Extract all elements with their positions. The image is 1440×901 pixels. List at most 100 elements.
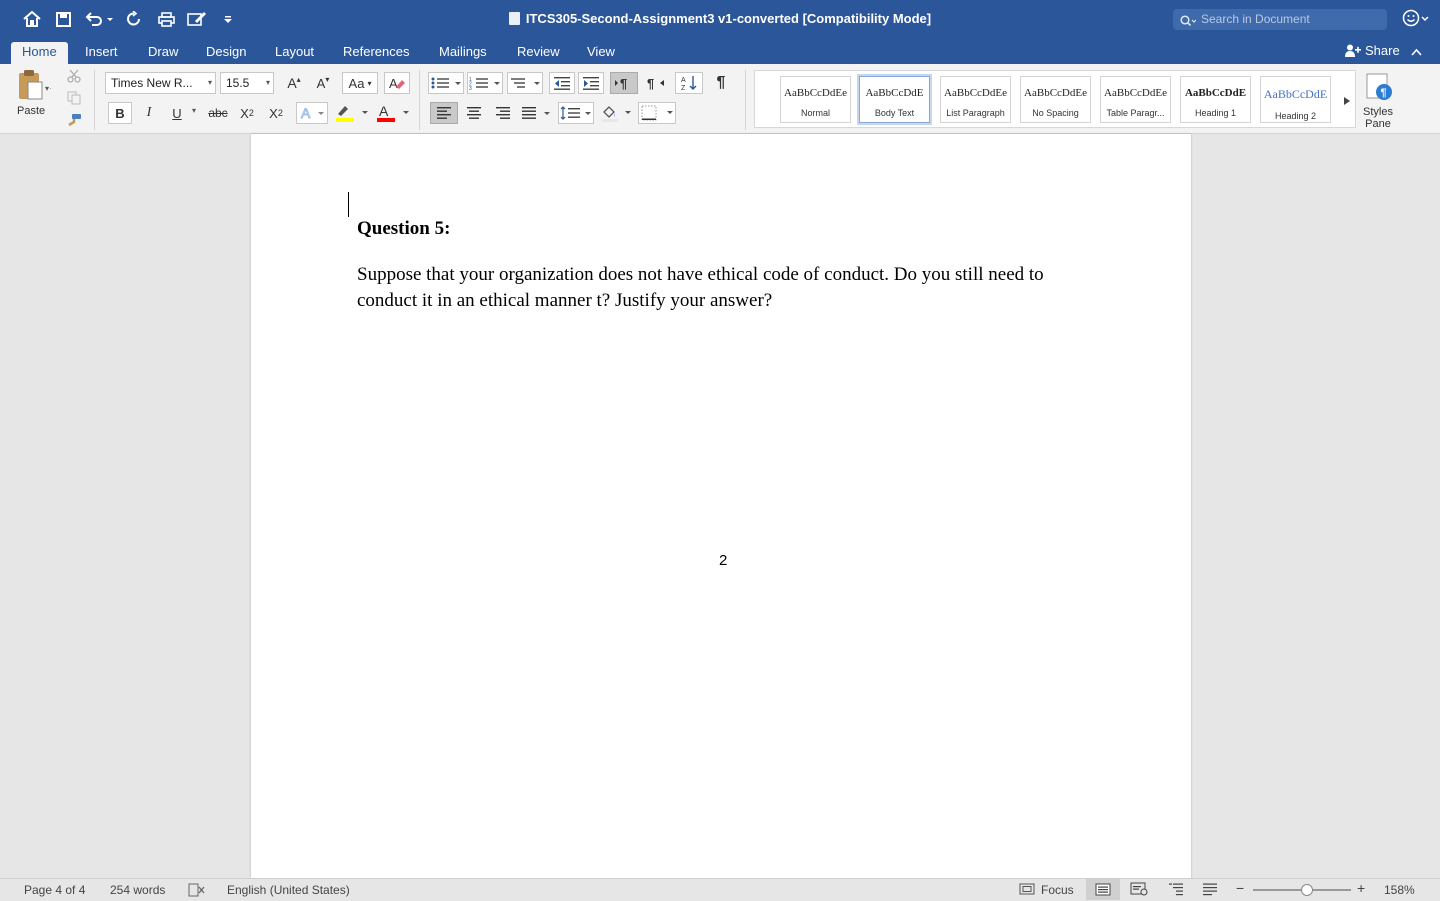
- page-count[interactable]: Page 4 of 4: [24, 882, 85, 898]
- document-page[interactable]: Question 5: Suppose that your organizati…: [251, 134, 1191, 878]
- svg-text:¶: ¶: [647, 76, 654, 90]
- style-name: Body Text: [874, 108, 915, 118]
- superscript-label: X: [269, 105, 278, 121]
- style-name: Table Paragr...: [1106, 108, 1165, 118]
- tab-review[interactable]: Review: [506, 42, 571, 64]
- style-preview: AaBbCcDdEe: [944, 87, 1007, 99]
- font-color-icon[interactable]: A: [373, 102, 411, 124]
- style-preview: AaBbCcDdE: [1263, 87, 1328, 101]
- style-no-spacing[interactable]: AaBbCcDdEe No Spacing: [1020, 76, 1091, 123]
- highlight-color-icon[interactable]: [332, 102, 370, 124]
- shrink-font-button[interactable]: A ▾: [310, 72, 336, 94]
- tab-layout[interactable]: Layout: [264, 42, 325, 64]
- style-heading-1[interactable]: AaBbCcDdE Heading 1: [1180, 76, 1251, 123]
- rtl-paragraph-icon[interactable]: ¶: [641, 72, 669, 94]
- style-name: Heading 1: [1194, 108, 1237, 118]
- style-preview: AaBbCcDdEe: [1024, 87, 1087, 99]
- tab-references[interactable]: References: [332, 42, 420, 64]
- font-size-select[interactable]: 15.5 ▾: [220, 72, 274, 94]
- zoom-out-button[interactable]: −: [1236, 880, 1244, 896]
- style-normal[interactable]: AaBbCcDdEe Normal: [780, 76, 851, 123]
- increase-indent-icon[interactable]: [578, 72, 604, 94]
- multilevel-list-icon[interactable]: [507, 72, 543, 94]
- zoom-in-button[interactable]: +: [1357, 880, 1365, 896]
- superscript-button[interactable]: X2: [264, 102, 288, 124]
- align-center-icon[interactable]: [461, 102, 487, 124]
- font-name-select[interactable]: Times New R... ▾: [105, 72, 216, 94]
- zoom-level[interactable]: 158%: [1384, 882, 1415, 898]
- language[interactable]: English (United States): [227, 882, 350, 898]
- cut-icon[interactable]: [64, 67, 84, 85]
- tab-draw[interactable]: Draw: [137, 42, 189, 64]
- style-body-text[interactable]: AaBbCcDdE Body Text: [859, 76, 930, 123]
- line-spacing-icon[interactable]: [558, 102, 594, 124]
- styles-gallery: AaBbCcDdEe Normal AaBbCcDdE Body Text AaBb…: [754, 70, 1356, 128]
- outline-view-icon[interactable]: [1168, 882, 1184, 900]
- svg-text:A: A: [301, 106, 311, 120]
- strikethrough-button[interactable]: abc: [204, 102, 232, 124]
- styles-pane-icon[interactable]: ¶: [1362, 70, 1396, 104]
- tab-mailings[interactable]: Mailings: [428, 42, 498, 64]
- print-layout-icon[interactable]: [1086, 879, 1120, 900]
- sort-icon[interactable]: AZ: [675, 72, 703, 94]
- paste-button[interactable]: [10, 68, 56, 102]
- paste-options-arrow[interactable]: ▾: [45, 84, 49, 93]
- clear-formatting-icon[interactable]: A: [384, 72, 410, 94]
- borders-icon[interactable]: [638, 102, 676, 124]
- underline-button[interactable]: U: [165, 102, 189, 124]
- search-input[interactable]: Search in Document: [1173, 9, 1387, 30]
- zoom-slider-thumb[interactable]: [1301, 884, 1313, 896]
- style-preview: AaBbCcDdEe: [784, 87, 847, 99]
- tab-home[interactable]: Home: [11, 42, 68, 64]
- ltr-paragraph-icon[interactable]: ¶: [610, 72, 638, 94]
- align-left-icon[interactable]: [430, 102, 458, 124]
- tab-view[interactable]: View: [576, 42, 626, 64]
- copy-icon[interactable]: [64, 89, 84, 107]
- text-cursor: [348, 192, 349, 217]
- bold-button[interactable]: B: [108, 102, 132, 124]
- justify-icon[interactable]: [519, 102, 553, 124]
- styles-pane-label[interactable]: Styles Pane: [1357, 106, 1399, 130]
- home-icon[interactable]: [22, 9, 42, 29]
- style-name: Normal: [800, 108, 830, 118]
- style-heading-2[interactable]: AaBbCcDdE Heading 2: [1260, 76, 1331, 123]
- change-case-button[interactable]: Aa ▾: [342, 72, 378, 94]
- edit-icon[interactable]: [186, 9, 208, 29]
- grow-font-button[interactable]: A ▴: [281, 72, 307, 94]
- numbering-icon[interactable]: 123: [467, 72, 503, 94]
- styles-more-arrow-icon[interactable]: [1343, 93, 1351, 111]
- draft-view-icon[interactable]: [1202, 882, 1218, 900]
- bullets-icon[interactable]: [428, 72, 464, 94]
- redo-icon[interactable]: [124, 9, 144, 29]
- share-button[interactable]: Share: [1345, 42, 1422, 60]
- underline-options-arrow[interactable]: ▾: [192, 106, 196, 115]
- customize-icon[interactable]: [222, 9, 234, 29]
- style-table-paragraph[interactable]: AaBbCcDdEe Table Paragr...: [1100, 76, 1171, 123]
- ribbon: ▾ Paste Times New R... ▾ 15.5 ▾ A ▴ A ▾ Aa ▾ …: [0, 64, 1440, 134]
- focus-icon[interactable]: [1019, 883, 1035, 899]
- feedback-smiley-icon[interactable]: [1402, 9, 1430, 32]
- align-right-icon[interactable]: [490, 102, 516, 124]
- tab-insert[interactable]: Insert: [74, 42, 129, 64]
- tab-design[interactable]: Design: [195, 42, 257, 64]
- decrease-indent-icon[interactable]: [549, 72, 575, 94]
- subscript-mark: 2: [248, 108, 254, 118]
- proofing-icon[interactable]: [188, 883, 206, 901]
- focus-button[interactable]: Focus: [1041, 882, 1074, 898]
- text-effects-icon[interactable]: A: [296, 102, 328, 124]
- format-painter-icon[interactable]: [64, 111, 84, 129]
- style-list-paragraph[interactable]: AaBbCcDdEe List Paragraph: [940, 76, 1011, 123]
- search-placeholder: Search in Document: [1201, 12, 1310, 26]
- web-layout-icon[interactable]: [1130, 882, 1148, 900]
- shading-icon[interactable]: [598, 102, 634, 124]
- print-icon[interactable]: [156, 9, 176, 29]
- subscript-button[interactable]: X2: [235, 102, 259, 124]
- show-formatting-marks-button[interactable]: ¶: [708, 72, 734, 94]
- italic-button[interactable]: I: [137, 102, 161, 124]
- save-icon[interactable]: [54, 9, 72, 29]
- collapse-ribbon-icon[interactable]: [1411, 43, 1422, 61]
- undo-icon[interactable]: [84, 9, 114, 29]
- question-heading: Question 5:: [357, 218, 451, 239]
- word-count[interactable]: 254 words: [110, 882, 165, 898]
- svg-text:¶: ¶: [620, 76, 627, 90]
